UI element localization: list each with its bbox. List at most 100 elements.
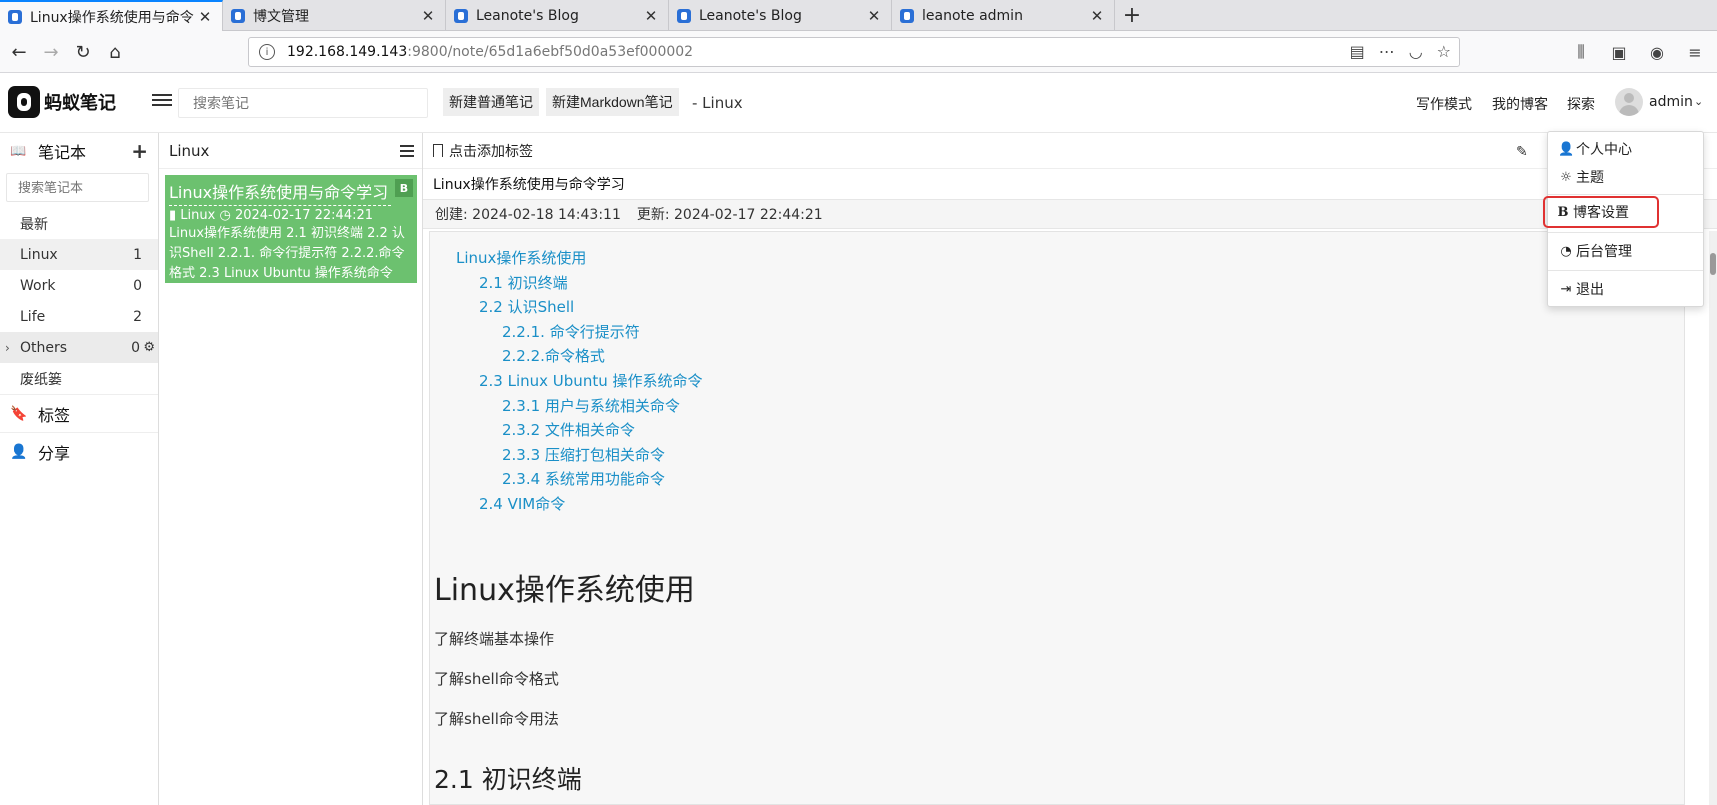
ant-logo-icon	[8, 86, 40, 118]
browser-tab-blog-1[interactable]: Leanote's Blog ✕	[446, 0, 669, 31]
leanote-favicon-icon	[454, 8, 468, 23]
gear-icon[interactable]: ⚙	[143, 340, 155, 355]
menu-item-blog-settings[interactable]: B 博客设置	[1543, 196, 1659, 228]
menu-item-label: 博客设置	[1573, 205, 1629, 221]
toc-link[interactable]: 2.3 Linux Ubuntu 操作系统命令	[479, 370, 702, 391]
browser-tab-admin[interactable]: leanote admin ✕	[892, 0, 1115, 31]
account-icon[interactable]: ◉	[1645, 37, 1669, 67]
sidebar-toggle-icon[interactable]: ▣	[1607, 37, 1631, 67]
notebook-search-input[interactable]	[6, 173, 149, 202]
note-count: 0	[133, 277, 142, 294]
sidebar-item-label: Others	[20, 339, 68, 356]
toc-link[interactable]: 2.2.1. 命令行提示符	[502, 321, 640, 342]
browser-tab-bar: Linux操作系统使用与命令 ✕ 博文管理 ✕ Leanote's Blog ✕…	[0, 0, 1717, 31]
edit-icon[interactable]: ✎	[1516, 144, 1528, 160]
back-arrow-icon[interactable]: ←	[4, 37, 34, 67]
note-list-panel: Linux Linux操作系统使用与命令学习 B ▮ Linux ◷ 2024-…	[159, 133, 423, 805]
note-desc: Linux操作系统使用 2.1 初识终端 2.2 认识Shell 2.2.1. …	[169, 226, 405, 281]
note-content[interactable]: Linux操作系统使用 2.1 初识终端 2.2 认识Shell 2.2.1. …	[429, 231, 1685, 805]
chevron-down-icon[interactable]: ⌄	[1694, 95, 1703, 108]
library-icon[interactable]: ⫼	[1569, 37, 1593, 67]
section-label: 分享	[38, 443, 71, 463]
close-icon[interactable]: ✕	[1088, 7, 1106, 25]
new-tab-plus-icon[interactable]: +	[1115, 0, 1149, 31]
list-item[interactable]: Linux操作系统使用与命令学习 B ▮ Linux ◷ 2024-02-17 …	[165, 175, 417, 283]
leanote-favicon-icon	[900, 8, 914, 23]
notebook-header: 📖 笔记本 +	[0, 133, 158, 169]
more-actions-icon[interactable]: ⋯	[1379, 42, 1395, 61]
user-icon: 👤	[1558, 141, 1575, 157]
tab-title: leanote admin	[922, 7, 1023, 24]
close-icon[interactable]: ✕	[642, 7, 660, 25]
chevron-right-icon[interactable]: ›	[5, 341, 10, 355]
toc-link[interactable]: 2.3.1 用户与系统相关命令	[502, 395, 680, 416]
content-heading-2: 2.1 初识终端	[434, 765, 582, 794]
close-icon[interactable]: ✕	[196, 8, 214, 26]
sidebar-item-trash[interactable]: 废纸篓	[0, 363, 158, 394]
sidebar-section-share[interactable]: 👤 分享	[0, 432, 158, 470]
scrollbar-thumb[interactable]	[1710, 253, 1716, 275]
reload-icon[interactable]: ↻	[68, 37, 98, 67]
reader-view-icon[interactable]: ▤	[1350, 42, 1365, 61]
new-note-button[interactable]: 新建普通笔记	[443, 88, 539, 116]
toc-link[interactable]: Linux操作系统使用	[456, 247, 586, 268]
note-editor: 点击添加标签 ✎ Linux操作系统使用与命令学习 创建: 2024-02-18…	[423, 133, 1717, 805]
menu-item-label: 后台管理	[1576, 244, 1632, 260]
new-markdown-button[interactable]: 新建Markdown笔记	[546, 88, 679, 116]
note-list-title: Linux	[169, 141, 210, 160]
pocket-icon[interactable]: ◡	[1409, 42, 1423, 61]
browser-tab-blog-admin[interactable]: 博文管理 ✕	[223, 0, 446, 31]
sidebar-item-label: Work	[20, 277, 56, 294]
add-notebook-icon[interactable]: +	[131, 139, 148, 163]
toc-link[interactable]: 2.2.2.命令格式	[502, 345, 605, 366]
note-meta: ▮ Linux ◷ 2024-02-17 22:44:21	[169, 208, 413, 223]
sidebar-item-linux[interactable]: Linux 1	[0, 239, 158, 270]
close-icon[interactable]: ✕	[419, 7, 437, 25]
note-count: 2	[133, 308, 142, 325]
bookmark-star-icon[interactable]: ☆	[1437, 42, 1451, 61]
hamburger-menu-icon[interactable]: ≡	[1683, 37, 1707, 67]
sidebar-item-recent[interactable]: 最新	[0, 208, 158, 239]
toc-link[interactable]: 2.3.4 系统常用功能命令	[502, 468, 665, 489]
toc-link[interactable]: 2.1 初识终端	[479, 272, 568, 293]
updated-date: 更新: 2024-02-17 22:44:21	[636, 207, 823, 223]
search-note-input[interactable]	[178, 88, 428, 118]
menu-divider	[1548, 232, 1703, 233]
add-tag-link[interactable]: 点击添加标签	[449, 141, 533, 161]
toc-link[interactable]: 2.3.3 压缩打包相关命令	[502, 444, 665, 465]
username[interactable]: admin	[1649, 94, 1693, 110]
menu-toggle-icon[interactable]	[152, 91, 172, 109]
toc-link[interactable]: 2.3.2 文件相关命令	[502, 419, 635, 440]
menu-item-theme[interactable]: ☼ 主题	[1548, 163, 1703, 191]
tag-icon	[433, 144, 443, 157]
home-icon[interactable]: ⌂	[100, 37, 130, 67]
browser-tab-blog-2[interactable]: Leanote's Blog ✕	[669, 0, 892, 31]
app-logo[interactable]: 蚂蚁笔记	[8, 86, 116, 118]
tab-title: Leanote's Blog	[699, 7, 802, 24]
explore-link[interactable]: 探索	[1567, 94, 1595, 114]
forward-arrow-icon[interactable]: →	[36, 37, 66, 67]
content-scrollbar[interactable]	[1709, 231, 1717, 805]
site-info-icon[interactable]: i	[259, 44, 275, 60]
sidebar-item-others[interactable]: › Others 0 ⚙	[0, 332, 158, 363]
toc-link[interactable]: 2.2 认识Shell	[479, 296, 574, 317]
address-bar[interactable]: i 192.168.149.143:9800/note/65d1a6ebf50d…	[248, 37, 1460, 67]
sidebar-item-life[interactable]: Life 2	[0, 301, 158, 332]
toc-link[interactable]: 2.4 VIM命令	[479, 493, 565, 514]
close-icon[interactable]: ✕	[865, 7, 883, 25]
url-path: :9800/note/65d1a6ebf50d0a53ef000002	[407, 44, 694, 60]
menu-item-admin[interactable]: ◔ 后台管理	[1548, 237, 1703, 265]
app-name: 蚂蚁笔记	[44, 93, 116, 114]
browser-tab-note[interactable]: Linux操作系统使用与命令 ✕	[0, 0, 223, 31]
sidebar-item-work[interactable]: Work 0	[0, 270, 158, 301]
note-title-display[interactable]: Linux操作系统使用与命令学习	[423, 169, 1717, 199]
menu-item-logout[interactable]: ⇥ 退出	[1548, 275, 1703, 303]
my-blog-link[interactable]: 我的博客	[1492, 94, 1548, 114]
menu-item-profile[interactable]: 👤 个人中心	[1548, 135, 1703, 163]
content-paragraph: 了解shell命令格式	[434, 670, 559, 688]
write-mode-link[interactable]: 写作模式	[1416, 94, 1472, 114]
sidebar-section-tags[interactable]: 🔖 标签	[0, 394, 158, 432]
avatar[interactable]	[1615, 88, 1643, 116]
list-view-icon[interactable]	[400, 145, 414, 157]
notebook-icon: ▮	[169, 208, 177, 223]
